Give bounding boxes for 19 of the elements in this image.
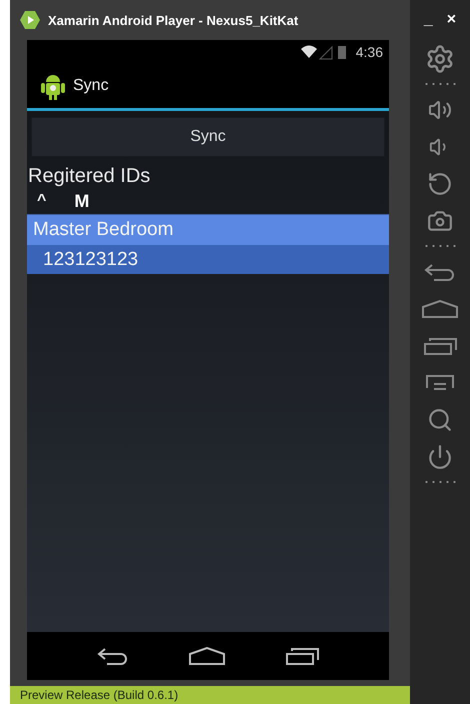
home-icon (189, 647, 225, 665)
back-icon (424, 262, 456, 280)
status-time: 4:36 (356, 44, 383, 60)
window-title: Xamarin Android Player - Nexus5_KitKat (48, 12, 298, 28)
sync-button[interactable]: Sync (31, 117, 385, 157)
android-app-icon (41, 72, 65, 100)
home-icon (422, 300, 458, 318)
group-header: M (74, 190, 90, 212)
play-logo-icon (20, 10, 40, 30)
back-icon (97, 647, 129, 665)
footer-text: Preview Release (Build 0.6.1) (20, 688, 178, 702)
collapse-toggle[interactable]: ^ (37, 192, 46, 210)
close-button[interactable]: × (446, 11, 456, 29)
recent-apps-icon (423, 336, 457, 354)
action-bar-title: Sync (73, 77, 109, 95)
section-title: Regitered IDs (28, 165, 152, 188)
recent-apps-icon (285, 647, 319, 665)
minimize-button[interactable]: _ (424, 11, 433, 29)
list-item-id: 123123123 (27, 245, 389, 274)
